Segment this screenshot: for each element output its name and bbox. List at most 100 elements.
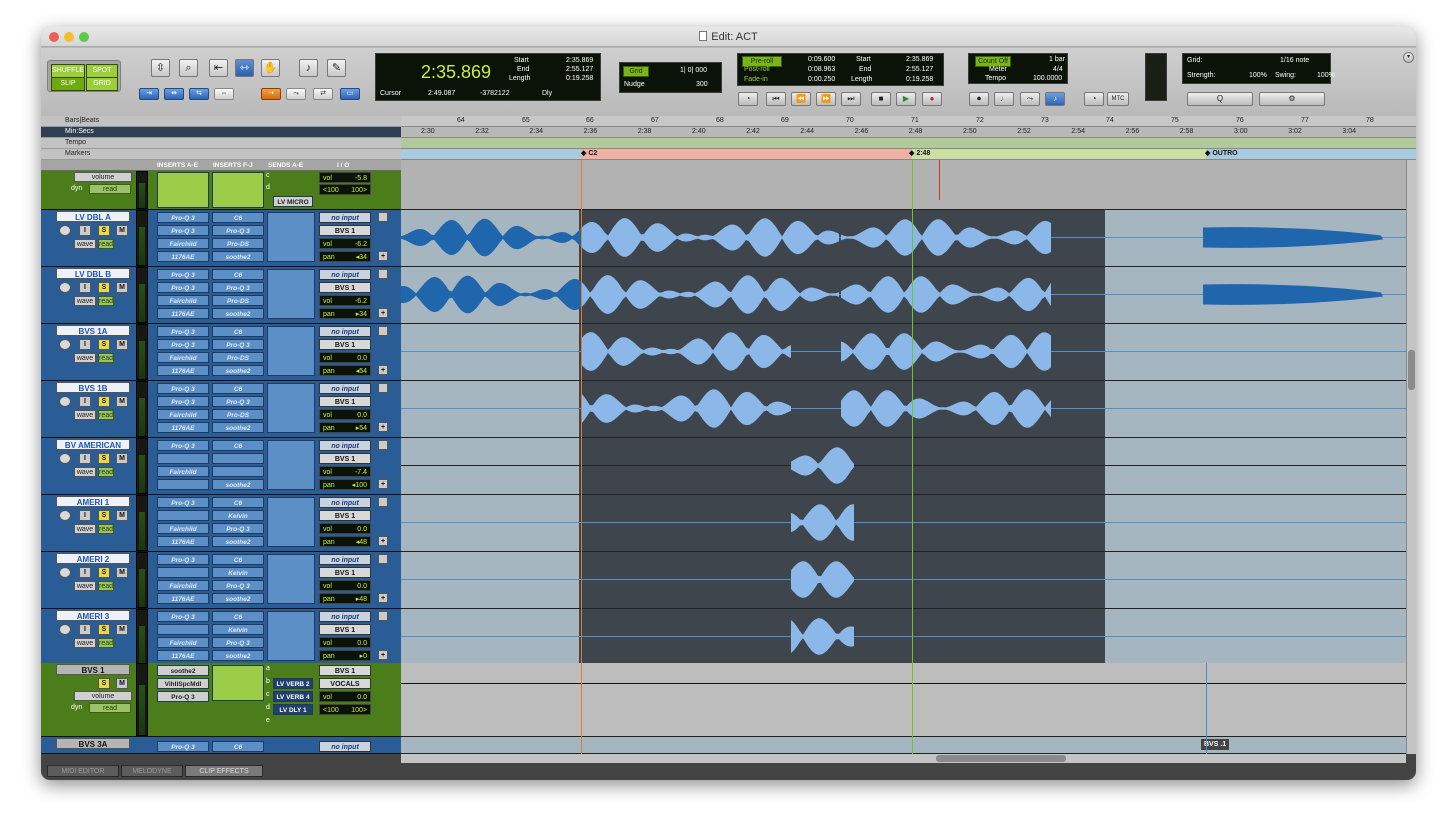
aux-output[interactable]: VOCALS [319, 678, 371, 689]
track-name[interactable]: AMERI 2 [56, 553, 130, 564]
insert-slot[interactable]: Pro-Q 3 [212, 580, 264, 591]
view-mode[interactable]: wave [74, 581, 96, 591]
tab-melodyne[interactable]: MELODYNE [121, 765, 183, 777]
metronome-icon[interactable]: ♩ [994, 92, 1014, 106]
input-monitor-icon[interactable]: I [79, 396, 91, 407]
quantize-settings-icon[interactable]: ⚙ [1259, 92, 1325, 106]
wait-for-note-icon[interactable]: ⏺ [969, 92, 989, 106]
pan-control[interactable]: pan ▸54 [319, 422, 371, 433]
aux-volume[interactable]: vol 0.0 [319, 691, 371, 702]
spot-mode-button[interactable]: SPOT [86, 64, 118, 78]
vertical-scroll-thumb[interactable] [1408, 350, 1415, 390]
aux-view-mode[interactable]: volume [74, 691, 132, 701]
aux-automation[interactable]: read [89, 703, 131, 713]
sends-column[interactable] [267, 326, 315, 376]
view-mode[interactable]: wave [74, 524, 96, 534]
insertion-follows-icon[interactable]: ▭ [340, 88, 360, 100]
top-track-inserts-fj[interactable] [212, 172, 264, 208]
insert-slot[interactable] [212, 453, 264, 464]
volume-control[interactable]: vol 0.0 [319, 523, 371, 534]
horizontal-scrollbar[interactable] [401, 754, 1406, 763]
track-options-icon[interactable] [378, 554, 388, 564]
lv-micro-send[interactable]: LV MICRO [273, 196, 313, 207]
solo-button[interactable]: S [98, 282, 110, 293]
bvs3a-insert-f[interactable]: C6 [212, 741, 264, 752]
tempo-ruler-label[interactable]: Tempo [41, 138, 401, 149]
track-name[interactable]: BVS 1A [56, 325, 130, 336]
shuffle-mode-button[interactable]: SHUFFLE [51, 64, 85, 78]
go-to-end-icon[interactable]: ⏭ [841, 92, 861, 106]
top-track-inserts-ae[interactable] [157, 172, 209, 208]
insert-slot[interactable]: Pro-Q 3 [212, 225, 264, 236]
input-selector[interactable]: no input [319, 440, 371, 451]
aux-send-lv-verb-4[interactable]: LV VERB 4 [273, 691, 313, 702]
track-options-icon[interactable] [378, 440, 388, 450]
q-grid-value[interactable]: 1/16 note [1280, 57, 1309, 64]
link-selection-icon[interactable]: ⇄ [313, 88, 333, 100]
t-end-value[interactable]: 2:55.127 [906, 66, 933, 73]
input-monitor-icon[interactable]: I [79, 567, 91, 578]
zoom-preset-2-icon[interactable]: ⇹ [164, 88, 184, 100]
volume-control[interactable]: vol 0.0 [319, 580, 371, 591]
bvs3a-input[interactable]: no input [319, 741, 371, 752]
insert-slot[interactable]: soothe2 [212, 650, 264, 661]
mute-button[interactable]: M [116, 396, 128, 407]
sends-column[interactable] [267, 554, 315, 604]
insert-slot[interactable]: Pro-Q 3 [157, 396, 209, 407]
grid-value[interactable]: 1| 0| 000 [680, 67, 707, 74]
insert-slot[interactable]: Pro-Q 3 [157, 225, 209, 236]
output-selector[interactable]: BVS 1 [319, 567, 371, 578]
insert-slot[interactable]: C6 [212, 212, 264, 223]
insert-slot[interactable]: 1176AE [157, 593, 209, 604]
aux-insert-b[interactable]: VihIlSpcMdl [157, 678, 209, 689]
insert-slot[interactable]: soothe2 [212, 536, 264, 547]
pencil-tool-icon[interactable]: ✎ [327, 59, 346, 77]
input-monitor-icon[interactable]: I [79, 453, 91, 464]
volume-control[interactable]: vol 0.0 [319, 352, 371, 363]
aux-insert-a[interactable]: soothe2 [157, 665, 209, 676]
view-mode[interactable]: wave [74, 638, 96, 648]
insert-slot[interactable]: Pro-Q 3 [157, 554, 209, 565]
insert-slot[interactable]: Pro-Q 3 [157, 497, 209, 508]
solo-button[interactable]: S [98, 567, 110, 578]
mute-button[interactable]: M [116, 225, 128, 236]
track-name-bvs-1[interactable]: BVS 1 [56, 664, 130, 675]
view-mode[interactable]: wave [74, 410, 96, 420]
insert-slot[interactable]: C6 [212, 383, 264, 394]
insert-slot[interactable]: Pro-Q 3 [157, 339, 209, 350]
top-aux-track[interactable]: volume dyn read c d LV MICRO vol -5.8 <10… [41, 171, 401, 210]
record-arm-icon[interactable] [59, 453, 71, 464]
sends-column[interactable] [267, 269, 315, 319]
track-name[interactable]: LV DBL A [56, 211, 130, 222]
insert-slot[interactable]: C6 [212, 269, 264, 280]
input-selector[interactable]: no input [319, 212, 371, 223]
mute-button[interactable]: M [116, 453, 128, 464]
sends-column[interactable] [267, 212, 315, 262]
solo-button[interactable]: S [98, 453, 110, 464]
view-mode[interactable]: wave [74, 467, 96, 477]
grid-toggle-button[interactable]: Grid [623, 66, 649, 77]
mute-button[interactable]: M [116, 567, 128, 578]
solo-button[interactable]: S [98, 396, 110, 407]
edit-window-timeline[interactable]: BVS .1 [401, 160, 1406, 754]
insert-slot[interactable] [212, 466, 264, 477]
track-bvs-1-aux[interactable]: BVS 1 S M volume dyn read soothe2 VihIlS… [41, 663, 401, 737]
insert-slot[interactable]: soothe2 [212, 251, 264, 262]
input-monitor-icon[interactable]: I [79, 339, 91, 350]
insert-slot[interactable]: Fairchild [157, 637, 209, 648]
insert-slot[interactable]: soothe2 [212, 593, 264, 604]
track-options-icon[interactable] [378, 212, 388, 222]
markers-ruler-label[interactable]: Markers [41, 149, 401, 160]
sync-icon[interactable]: ◔ [1084, 92, 1104, 106]
midi-merge-icon[interactable]: ⤳ [1020, 92, 1040, 106]
insert-slot[interactable] [157, 453, 209, 464]
scrubber-tool-icon[interactable]: ♪ [299, 59, 318, 77]
automation-mode[interactable]: read [98, 524, 114, 534]
insert-slot[interactable]: Pro-Q 3 [212, 637, 264, 648]
automation-mode[interactable]: read [98, 581, 114, 591]
preroll-value[interactable]: 0:09.600 [808, 56, 835, 63]
start-value[interactable]: 2:35.869 [566, 57, 593, 64]
return-to-zero-icon[interactable]: ⏮ [766, 92, 786, 106]
postroll-value[interactable]: 0:08.963 [808, 66, 835, 73]
track-name[interactable]: AMERI 3 [56, 610, 130, 621]
